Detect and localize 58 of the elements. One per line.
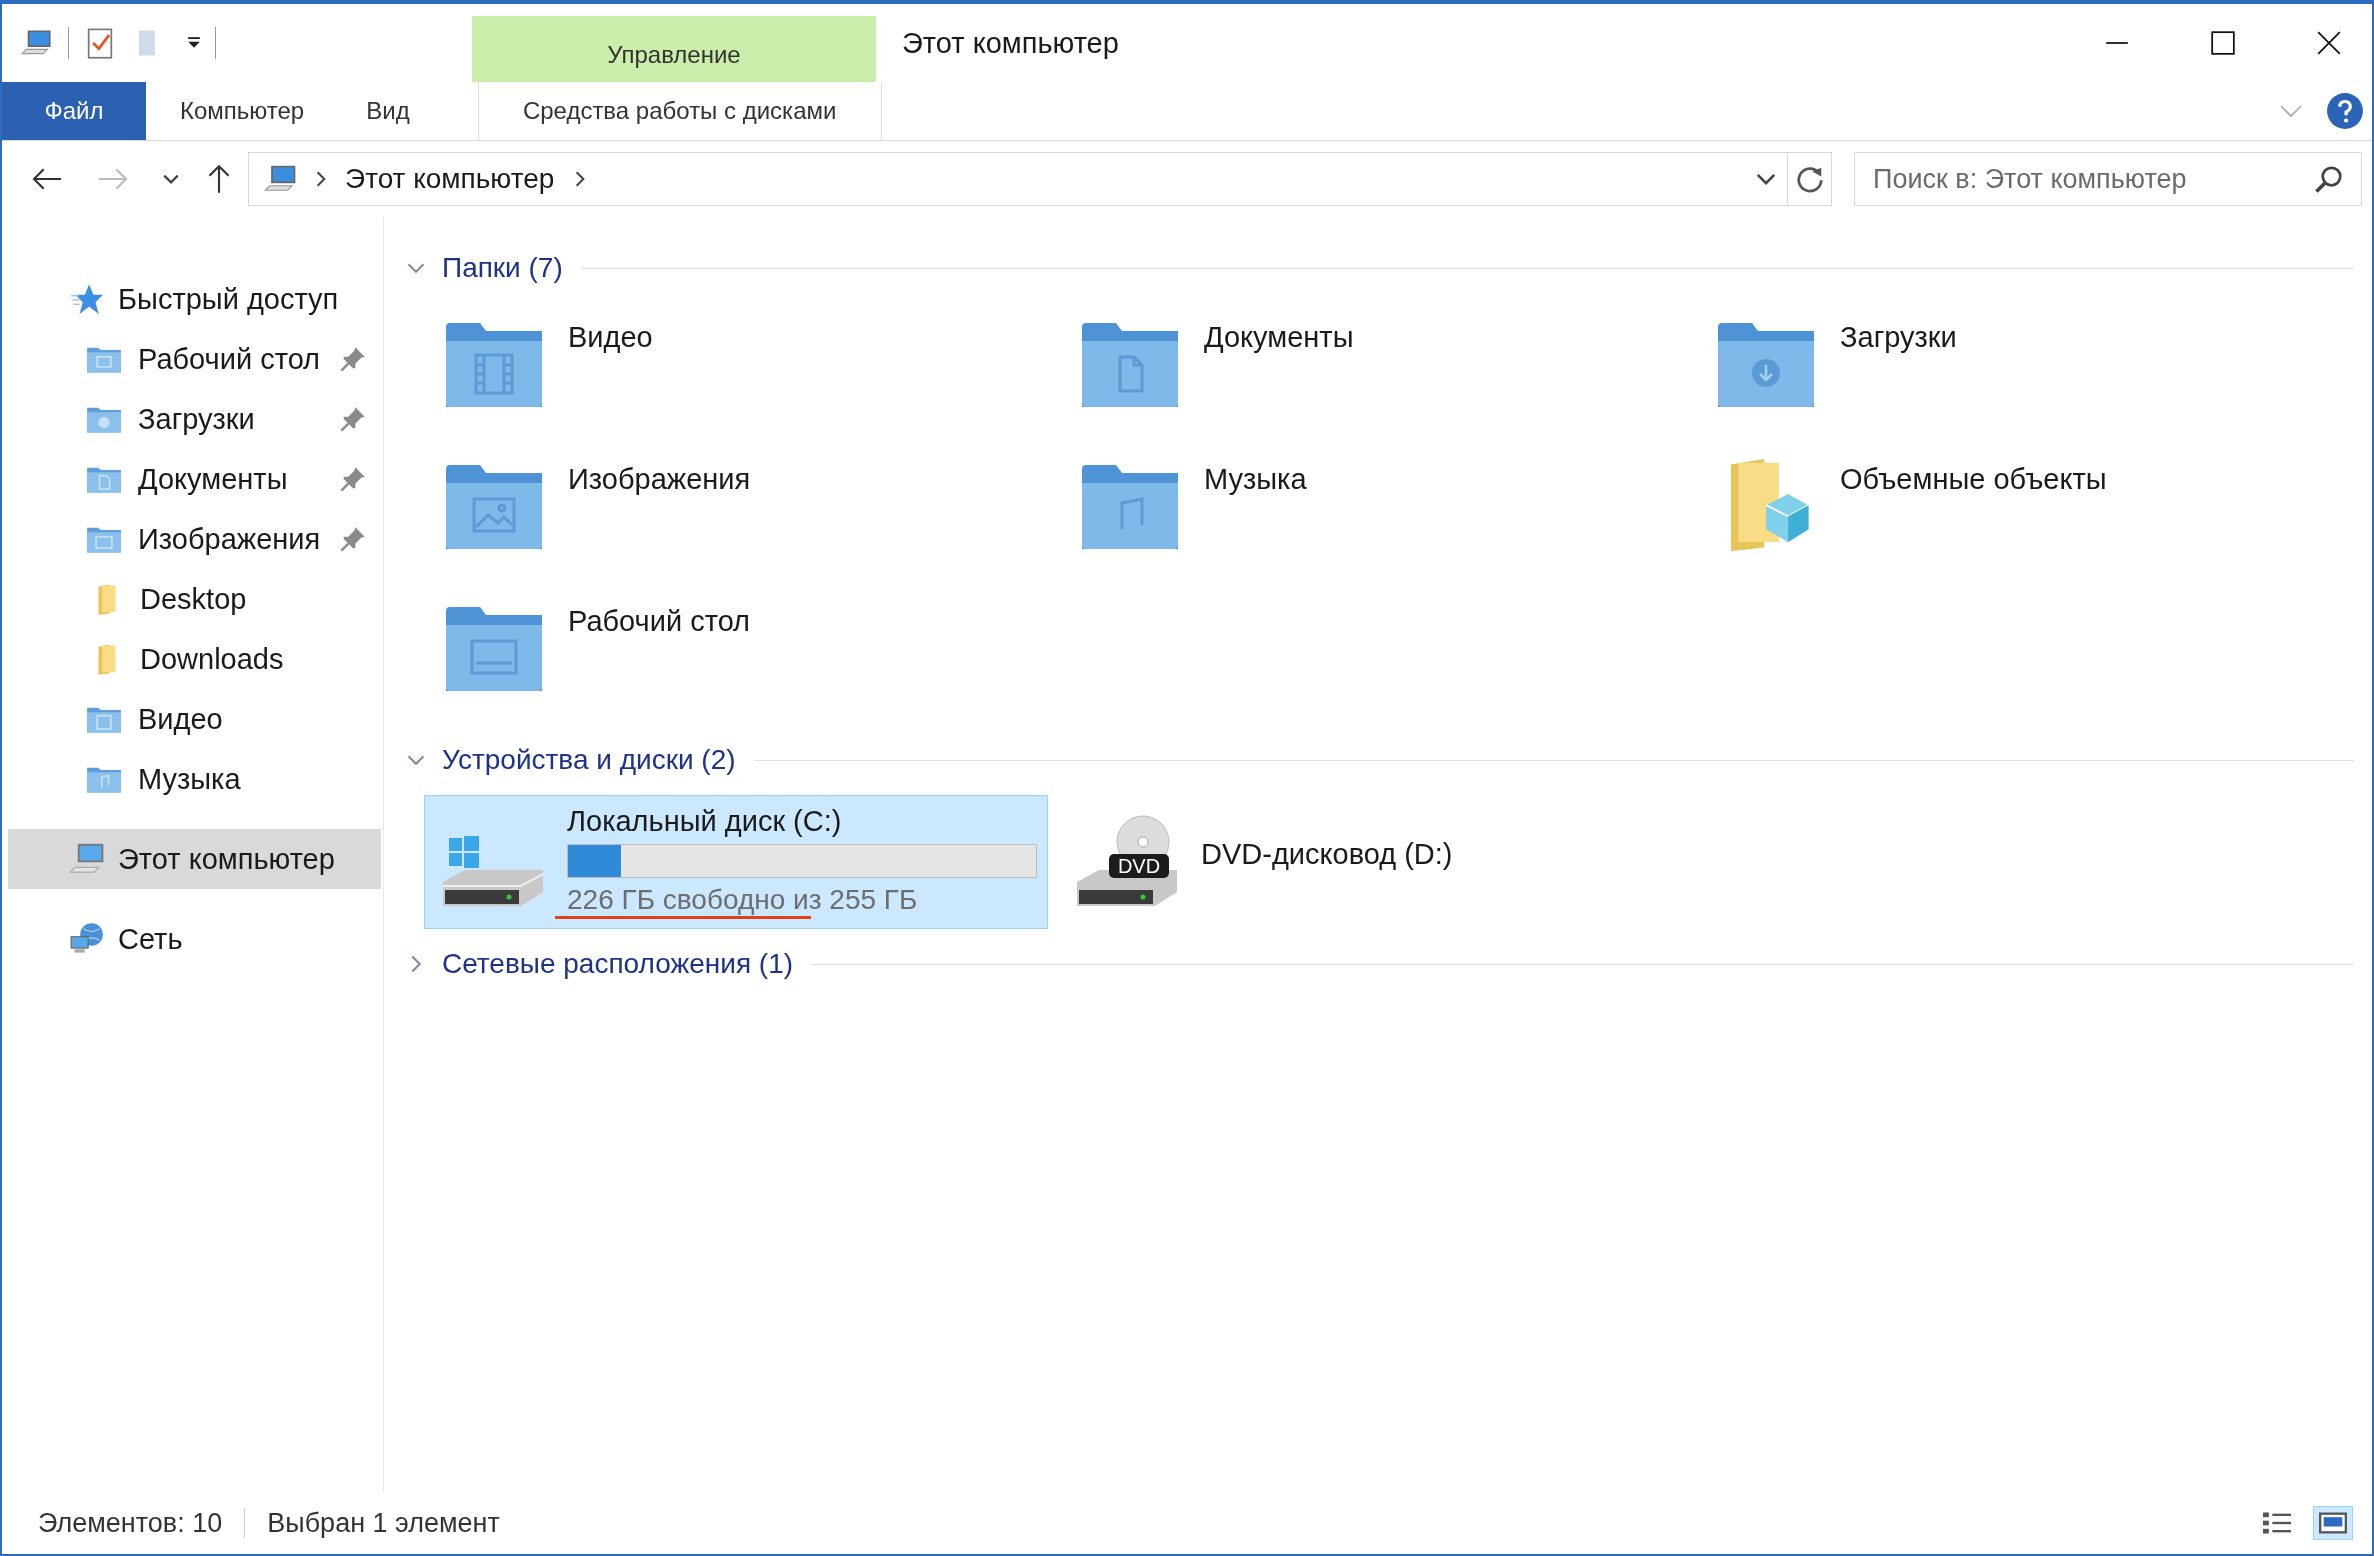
- sidebar-item[interactable]: Загрузки: [8, 389, 381, 449]
- forward-arrow-icon[interactable]: [96, 166, 130, 192]
- sidebar-item[interactable]: Рабочий стол: [8, 329, 381, 389]
- group-header[interactable]: Папки (7): [442, 252, 563, 284]
- ribbon-tab[interactable]: Файл: [2, 82, 146, 140]
- group-header[interactable]: Сетевые расположения (1): [442, 948, 794, 980]
- dropdown-icon[interactable]: [187, 36, 201, 50]
- ribbon-tab[interactable]: Средства работы с дисками: [477, 82, 882, 140]
- pin-icon[interactable]: [339, 345, 367, 373]
- sidebar-item[interactable]: Downloads: [8, 629, 381, 689]
- sidebar-item[interactable]: Изображения: [8, 509, 381, 569]
- refresh-button[interactable]: [1788, 152, 1832, 206]
- refresh-icon: [1794, 164, 1825, 194]
- folder-name[interactable]: Документы: [1204, 317, 1354, 354]
- folder-name[interactable]: Изображения: [568, 459, 751, 496]
- folder-name[interactable]: Рабочий стол: [568, 601, 751, 638]
- network-icon: [68, 922, 106, 956]
- folder-name[interactable]: Музыка: [1204, 459, 1307, 496]
- search-field[interactable]: Поиск в: Этот компьютер: [1854, 152, 2362, 206]
- address-bar[interactable]: Этот компьютер: [248, 152, 1788, 206]
- back-arrow-icon[interactable]: [30, 166, 64, 192]
- chevron-right-icon[interactable]: [574, 170, 587, 188]
- folder-name[interactable]: Видео: [568, 317, 653, 354]
- sidebar-item[interactable]: Быстрый доступ: [8, 269, 381, 329]
- ribbon-tab[interactable]: Компьютер: [146, 82, 337, 140]
- context-tab-header: Управление: [472, 16, 876, 82]
- close-icon[interactable]: [2316, 30, 2342, 56]
- sidebar-item[interactable]: Desktop: [8, 569, 381, 629]
- ribbon-tab[interactable]: Вид: [336, 82, 440, 140]
- drive-tile[interactable]: DVD DVD-дисковод (D:): [1058, 795, 1682, 929]
- pin-icon[interactable]: [339, 525, 367, 553]
- large-icons-view-icon[interactable]: [2314, 1507, 2352, 1539]
- folder-name[interactable]: Загрузки: [1840, 317, 1957, 354]
- sidebar-item[interactable]: Этот компьютер: [8, 829, 381, 889]
- up-arrow-icon[interactable]: [206, 163, 232, 195]
- drive-tile[interactable]: Локальный диск (C:) 226 ГБ свободно из 255 ГБ: [424, 795, 1048, 929]
- status-text: Выбран 1 элемент: [267, 1507, 500, 1539]
- drive-name: Локальный диск (C:): [567, 805, 843, 838]
- free-space-text: 226 ГБ свободно из 255 ГБ: [567, 884, 919, 916]
- sidebar-item[interactable]: Музыка: [8, 749, 381, 809]
- pin-icon[interactable]: [339, 405, 367, 433]
- group-header[interactable]: Устройства и диски (2): [442, 744, 736, 776]
- sidebar-item[interactable]: Документы: [8, 449, 381, 509]
- chevron-right-icon: [315, 170, 327, 188]
- search-icon: [2314, 164, 2344, 194]
- sidebar-item[interactable]: Видео: [8, 689, 381, 749]
- pin-icon[interactable]: [339, 465, 367, 493]
- folder-name[interactable]: Объемные объекты: [1840, 459, 2107, 496]
- chevron-down-icon[interactable]: [162, 173, 180, 185]
- breadcrumb[interactable]: Этот компьютер: [345, 163, 555, 195]
- chevron-down-icon[interactable]: [1755, 172, 1777, 186]
- window-title: Этот компьютер: [901, 25, 1120, 61]
- status-text: Элементов: 10: [38, 1507, 223, 1539]
- sidebar-item[interactable]: Сеть: [8, 909, 381, 969]
- drive-name: DVD-дисковод (D:): [1201, 837, 1454, 871]
- help-icon[interactable]: [2326, 92, 2364, 130]
- maximize-icon[interactable]: [2210, 30, 2236, 56]
- computer-icon: [68, 842, 106, 876]
